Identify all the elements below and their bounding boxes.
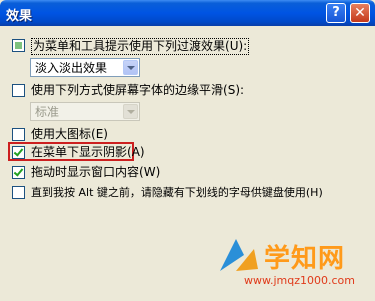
large-icons-checkbox[interactable] [12, 128, 25, 141]
hide-underline-label: 直到我按 Alt 键之前，请隐藏有下划线的字母供键盘使用(H) [31, 186, 323, 199]
hide-underline-checkbox[interactable] [12, 186, 25, 199]
menu-shadow-label: 在菜单下显示阴影(A) [31, 145, 145, 159]
menu-transition-checkbox[interactable] [12, 39, 25, 52]
chevron-down-icon [123, 104, 138, 119]
watermark-brand: 学知网 [264, 244, 346, 274]
smoothing-method-value: 标准 [35, 105, 60, 119]
close-button[interactable]: ✕ [350, 3, 370, 23]
watermark-url: www.jmqz1000.com [244, 274, 355, 287]
help-button[interactable]: ? [326, 3, 346, 23]
drag-contents-label: 拖动时显示窗口内容(W) [31, 165, 161, 179]
smoothing-method-dropdown: 标准 [30, 102, 140, 121]
drag-contents-checkbox[interactable] [12, 166, 25, 179]
transition-effect-dropdown[interactable]: 淡入淡出效果 [30, 58, 140, 77]
large-icons-label: 使用大图标(E) [31, 127, 108, 141]
window-title: 效果 [6, 9, 33, 24]
smooth-edges-checkbox[interactable] [12, 84, 25, 97]
menu-shadow-checkbox[interactable] [12, 146, 25, 159]
menu-transition-label: 为菜单和工具提示使用下列过渡效果(U): [31, 38, 250, 55]
site-watermark: 学知网 www.jmqz1000.com [214, 231, 374, 301]
title-bar: 效果 ? ✕ [0, 0, 375, 26]
dialog-body: 为菜单和工具提示使用下列过渡效果(U): 淡入淡出效果 使用下列方式使屏幕字体的… [2, 26, 373, 287]
transition-effect-value: 淡入淡出效果 [35, 61, 108, 75]
chevron-down-icon[interactable] [123, 60, 138, 75]
smooth-edges-label: 使用下列方式使屏幕字体的边缘平滑(S): [31, 83, 245, 97]
